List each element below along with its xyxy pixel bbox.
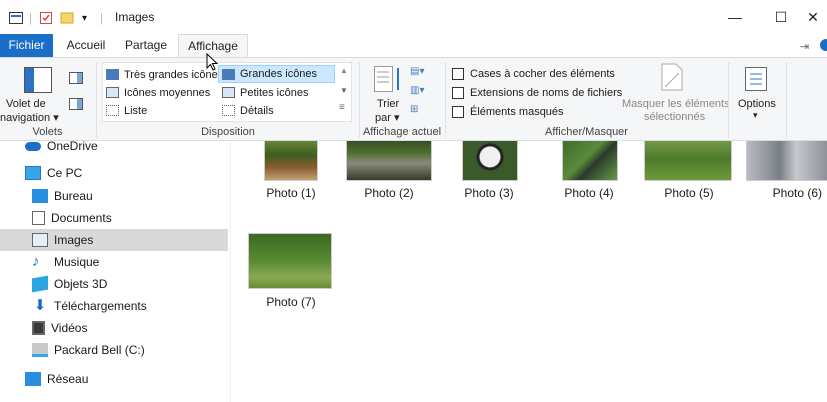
file-name: Photo (7) bbox=[266, 295, 316, 309]
thumbnail-image bbox=[346, 141, 432, 181]
navigation-pane-label-2[interactable]: navigation ▾ bbox=[0, 111, 59, 124]
size-columns-icon[interactable]: ⊞ bbox=[410, 104, 418, 115]
navigation-pane-label[interactable]: Volet de bbox=[6, 98, 46, 110]
download-arrow-icon: ⬇ bbox=[33, 297, 47, 314]
file-name: Photo (1) bbox=[266, 186, 316, 200]
close-button[interactable]: ✕ bbox=[790, 0, 827, 34]
sort-by-label[interactable]: Trier bbox=[377, 98, 399, 110]
toolbar-separator: | bbox=[29, 11, 33, 25]
large-icons-icon bbox=[222, 68, 235, 80]
gallery-scroll-down-icon[interactable]: ▼ bbox=[340, 86, 348, 95]
gallery-scroll-up-icon[interactable]: ▲ bbox=[340, 66, 348, 75]
file-name: Photo (2) bbox=[364, 186, 414, 200]
nav-item-desktop[interactable]: Bureau bbox=[0, 185, 228, 207]
nav-item-3d-objects[interactable]: Objets 3D bbox=[0, 273, 228, 295]
medium-icons-icon bbox=[106, 87, 119, 98]
hidden-items-toggle[interactable]: Éléments masqués bbox=[452, 103, 564, 120]
layout-large-icons[interactable]: Grandes icônes bbox=[218, 65, 335, 83]
thumbnail-image bbox=[644, 141, 732, 181]
window-icon bbox=[9, 10, 23, 26]
layout-medium-icons[interactable]: Icônes moyennes bbox=[106, 84, 210, 101]
thumbnail-image bbox=[264, 141, 318, 181]
computer-icon bbox=[25, 166, 41, 180]
music-note-icon: ♪ bbox=[32, 253, 40, 270]
sort-by-label-2[interactable]: par ▾ bbox=[375, 111, 399, 124]
file-list: Photo (1) Photo (2) Photo (3) Photo (4) … bbox=[232, 141, 827, 402]
details-icon bbox=[222, 105, 235, 116]
navigation-pane: OneDrive Ce PC Bureau Documents Images ♪… bbox=[0, 139, 231, 402]
hide-selected-label[interactable]: Masquer les éléments bbox=[622, 98, 730, 110]
navigation-pane-icon[interactable] bbox=[24, 67, 52, 96]
nav-item-documents[interactable]: Documents bbox=[0, 207, 228, 229]
nav-item-downloads[interactable]: ⬇ Téléchargements bbox=[0, 295, 228, 317]
pin-ribbon-icon[interactable]: ⇥ bbox=[800, 40, 809, 53]
details-pane-icon[interactable] bbox=[69, 98, 83, 113]
layout-details[interactable]: Détails bbox=[222, 102, 274, 119]
tab-partage[interactable]: Partage bbox=[116, 34, 176, 58]
item-checkboxes-toggle[interactable]: Cases à cocher des éléments bbox=[452, 65, 615, 82]
list-icon bbox=[106, 105, 119, 116]
group-separator bbox=[728, 62, 729, 138]
nav-item-network[interactable]: Réseau bbox=[0, 368, 228, 390]
tab-accueil[interactable]: Accueil bbox=[58, 34, 114, 58]
options-icon[interactable] bbox=[745, 67, 767, 94]
cube-icon bbox=[32, 275, 48, 293]
new-folder-icon[interactable] bbox=[60, 10, 74, 26]
thumbnail-image bbox=[248, 233, 332, 289]
nav-item-pictures[interactable]: Images bbox=[0, 229, 228, 251]
thumbnail-image bbox=[462, 141, 518, 181]
quick-access-dropdown-icon[interactable]: ▾ bbox=[82, 10, 87, 26]
checkbox-icon[interactable] bbox=[452, 86, 464, 99]
hide-selected-label-2[interactable]: sélectionnés bbox=[644, 111, 705, 123]
file-extensions-toggle[interactable]: Extensions de noms de fichiers bbox=[452, 84, 622, 101]
ribbon-tabs: Fichier Accueil Partage Affichage ⇥ bbox=[0, 34, 827, 59]
video-icon bbox=[32, 321, 45, 335]
mouse-cursor-icon bbox=[206, 52, 219, 74]
sort-by-icon[interactable] bbox=[374, 66, 404, 95]
pictures-icon bbox=[32, 233, 48, 247]
properties-icon[interactable] bbox=[39, 10, 53, 26]
minimize-button[interactable]: — bbox=[712, 0, 758, 34]
group-label-show-hide: Afficher/Masquer bbox=[545, 126, 628, 138]
preview-pane-icon[interactable] bbox=[69, 72, 83, 87]
hide-selected-icon[interactable] bbox=[661, 63, 683, 94]
small-icons-icon bbox=[222, 87, 235, 98]
ribbon: Volet de navigation ▾ Volets Très grande… bbox=[0, 57, 827, 141]
add-columns-icon[interactable]: ▥▾ bbox=[410, 85, 424, 96]
cloud-icon bbox=[25, 141, 41, 151]
window-title: Images bbox=[115, 10, 155, 24]
group-separator bbox=[786, 62, 787, 138]
help-icon[interactable] bbox=[820, 39, 827, 51]
thumbnail-image bbox=[562, 141, 618, 181]
desktop-icon bbox=[32, 189, 48, 203]
toolbar-separator: | bbox=[100, 11, 104, 25]
checkbox-icon[interactable] bbox=[452, 67, 464, 80]
gallery-more-icon[interactable]: ≡ bbox=[339, 102, 345, 113]
nav-item-videos[interactable]: Vidéos bbox=[0, 317, 228, 339]
tab-fichier[interactable]: Fichier bbox=[0, 34, 53, 58]
extra-large-icons-icon bbox=[106, 69, 119, 80]
checkbox-icon[interactable] bbox=[452, 105, 464, 118]
layout-small-icons[interactable]: Petites icônes bbox=[222, 84, 308, 101]
network-icon bbox=[25, 372, 41, 386]
options-label[interactable]: Options bbox=[738, 98, 776, 110]
document-icon bbox=[32, 211, 45, 225]
title-bar: | ▾ | Images — ☐ ✕ bbox=[0, 0, 827, 34]
layout-list[interactable]: Liste bbox=[106, 102, 147, 119]
file-name: Photo (5) bbox=[664, 186, 714, 200]
file-name: Photo (4) bbox=[564, 186, 614, 200]
nav-item-drive-c[interactable]: Packard Bell (C:) bbox=[0, 339, 228, 361]
group-by-icon[interactable]: ▤▾ bbox=[410, 66, 424, 77]
nav-item-this-pc[interactable]: Ce PC bbox=[0, 162, 228, 184]
thumbnail-image bbox=[746, 141, 827, 181]
file-name: Photo (6) bbox=[772, 186, 822, 200]
group-label-current-view: Affichage actuel bbox=[362, 126, 442, 138]
nav-item-onedrive[interactable]: OneDrive bbox=[0, 135, 228, 157]
drive-icon bbox=[32, 343, 48, 357]
file-name: Photo (3) bbox=[464, 186, 514, 200]
nav-item-music[interactable]: ♪ Musique bbox=[0, 251, 228, 273]
options-dropdown-icon[interactable]: ▾ bbox=[753, 110, 758, 121]
